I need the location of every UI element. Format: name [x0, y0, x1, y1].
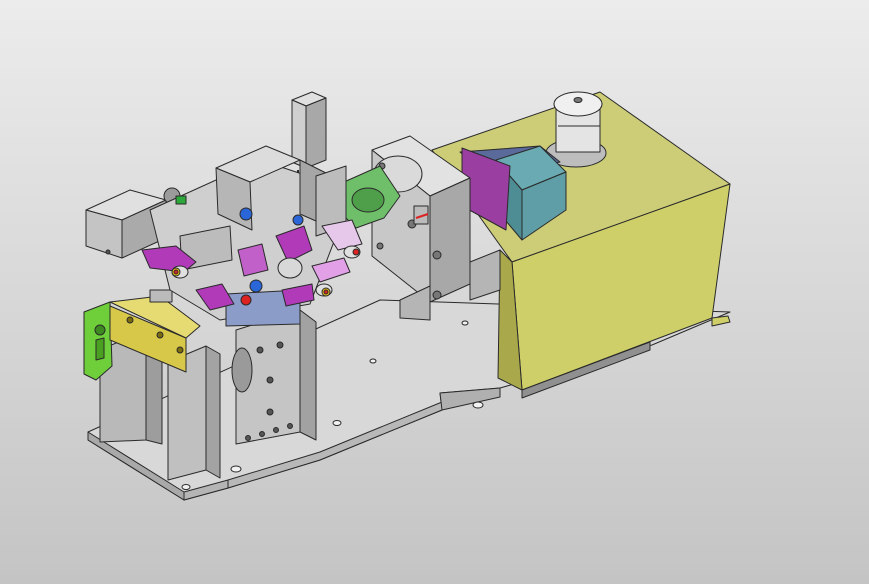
sensor-block: [175, 195, 187, 205]
cad-model: [83, 91, 731, 501]
cad-viewport[interactable]: [0, 0, 869, 584]
support-pillar-center: [231, 309, 317, 445]
green-bracket: [83, 301, 113, 381]
